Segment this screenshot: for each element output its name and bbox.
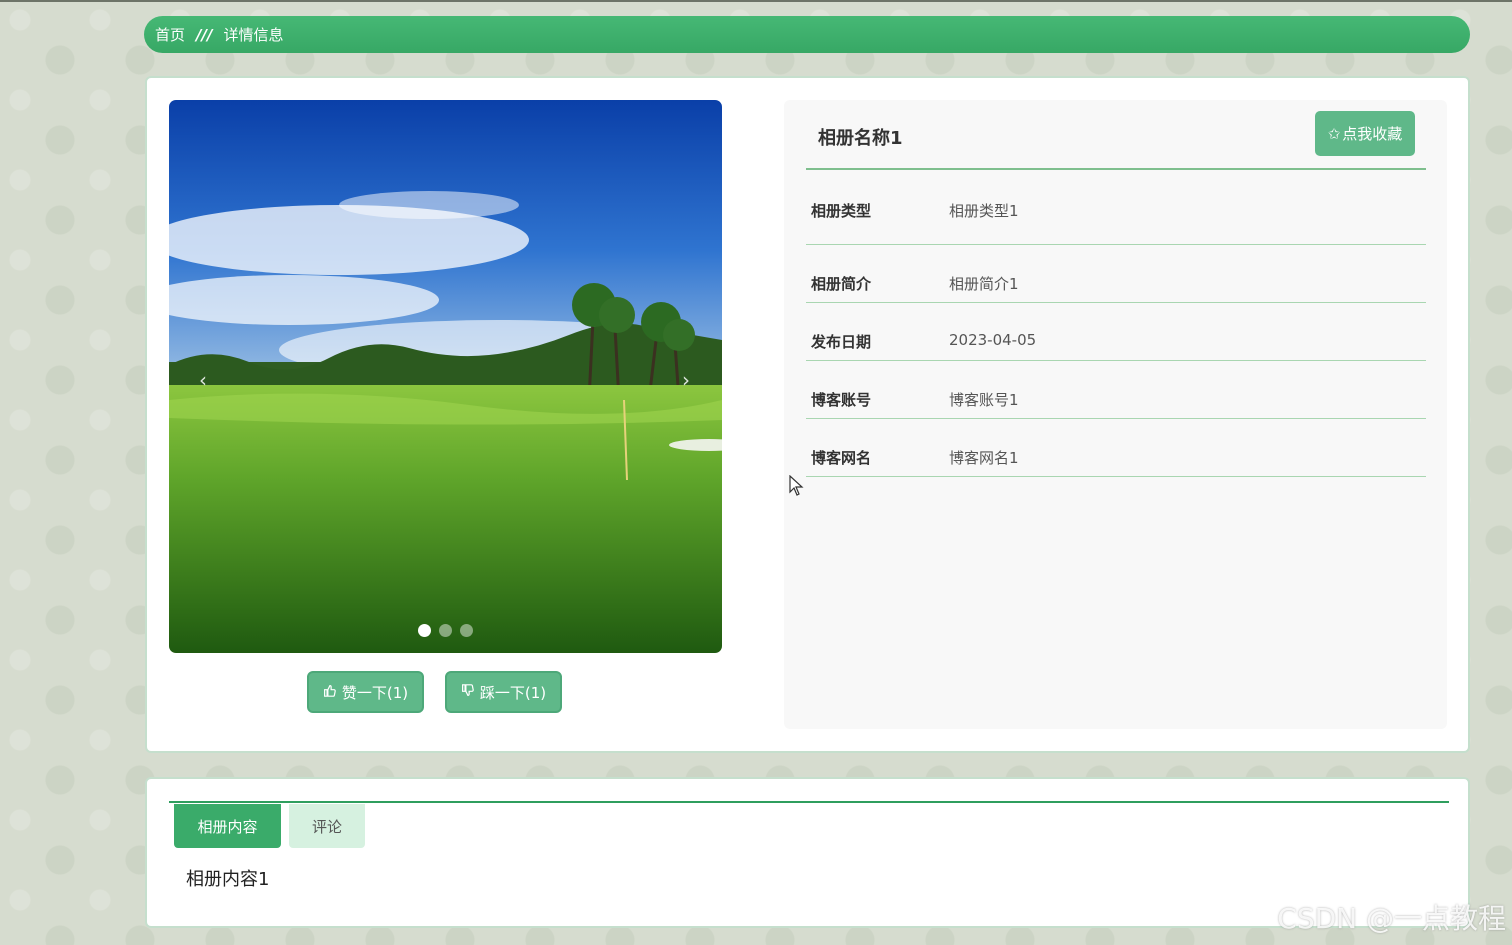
- window-top-border: [0, 0, 1512, 2]
- like-button[interactable]: 赞一下(1): [307, 671, 424, 713]
- field-value: 博客账号1: [949, 391, 1019, 409]
- like-button-label: 赞一下(1): [341, 683, 409, 702]
- breadcrumb: 首页 /// 详情信息: [144, 16, 1470, 53]
- field-label: 发布日期: [811, 333, 872, 351]
- carousel-dot-1[interactable]: [418, 624, 431, 637]
- carousel-prev-button[interactable]: ‹: [191, 360, 215, 400]
- breadcrumb-separator: ///: [196, 25, 213, 44]
- tabs-divider: [169, 801, 1449, 803]
- favorite-button[interactable]: ✩ 点我收藏: [1315, 111, 1415, 156]
- field-row-intro: 相册简介 相册简介1: [806, 245, 1426, 303]
- carousel-next-button[interactable]: ›: [674, 360, 698, 400]
- field-row-account: 博客账号 博客账号1: [806, 361, 1426, 419]
- detail-panel: ‹ › 赞一下(1) 踩一下(1) 相册名称1 ✩ 点我收藏 相册类型 相册类型…: [145, 76, 1470, 753]
- field-row-nickname: 博客网名 博客网名1: [806, 419, 1426, 477]
- image-carousel[interactable]: ‹ ›: [169, 100, 722, 653]
- tab-content-text: 相册内容1: [186, 869, 270, 890]
- field-label: 相册类型: [811, 202, 872, 220]
- favorite-button-label: 点我收藏: [1342, 125, 1403, 143]
- dislike-button-label: 踩一下(1): [479, 683, 547, 702]
- star-icon: ✩: [1327, 124, 1341, 143]
- field-value: 博客网名1: [949, 449, 1019, 467]
- carousel-dot-2[interactable]: [439, 624, 452, 637]
- field-label: 博客账号: [811, 391, 872, 409]
- carousel-image: [169, 100, 722, 653]
- chevron-right-icon: ›: [682, 368, 690, 392]
- field-value: 相册类型1: [949, 202, 1019, 220]
- dislike-button[interactable]: 踩一下(1): [445, 671, 562, 713]
- field-value: 相册简介1: [949, 275, 1019, 293]
- tab-comments[interactable]: 评论: [289, 804, 365, 848]
- field-label: 博客网名: [811, 449, 872, 467]
- detail-fields: 相册类型 相册类型1 相册简介 相册简介1 发布日期 2023-04-05 博客…: [806, 172, 1426, 477]
- breadcrumb-home[interactable]: 首页: [155, 24, 185, 45]
- content-tabs-panel: 相册内容 评论 相册内容1: [145, 777, 1470, 928]
- field-label: 相册简介: [811, 275, 872, 293]
- carousel-dot-3[interactable]: [460, 624, 473, 637]
- chevron-left-icon: ‹: [199, 368, 207, 392]
- detail-header: 相册名称1 ✩ 点我收藏: [806, 100, 1426, 170]
- field-row-type: 相册类型 相册类型1: [806, 172, 1426, 245]
- detail-info-card: 相册名称1 ✩ 点我收藏 相册类型 相册类型1 相册简介 相册简介1 发布日期 …: [784, 100, 1447, 729]
- field-row-date: 发布日期 2023-04-05: [806, 303, 1426, 361]
- watermark: CSDN @一点教程: [1277, 902, 1506, 935]
- tab-album-content[interactable]: 相册内容: [174, 804, 281, 848]
- field-value: 2023-04-05: [949, 331, 1037, 349]
- thumbs-up-icon: [323, 684, 336, 701]
- mouse-cursor-icon: [789, 475, 804, 496]
- carousel-indicators: [169, 624, 722, 637]
- breadcrumb-current: 详情信息: [223, 26, 284, 44]
- thumbs-down-icon: [461, 683, 474, 701]
- album-title: 相册名称1: [818, 128, 903, 149]
